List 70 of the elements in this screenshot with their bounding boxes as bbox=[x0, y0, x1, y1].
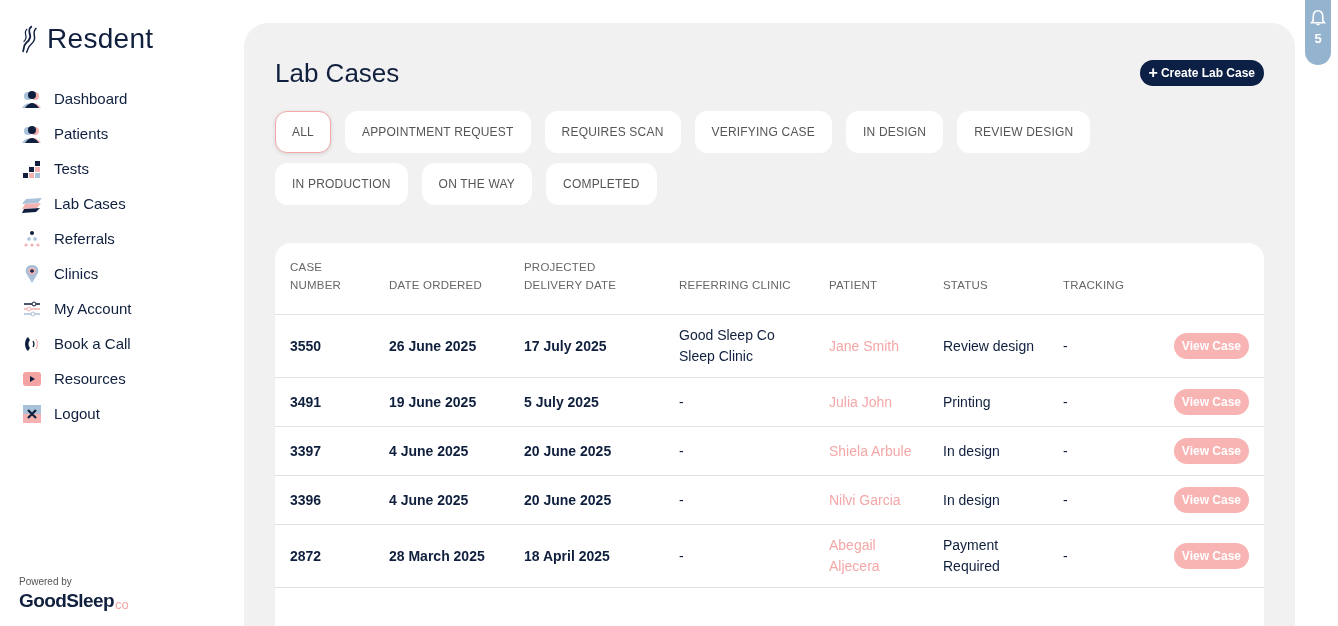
filter-tab[interactable]: APPOINTMENT REQUEST bbox=[344, 111, 531, 153]
filter-tab[interactable]: VERIFYING CASE bbox=[694, 111, 832, 153]
column-header: TRACKING bbox=[1063, 278, 1126, 293]
bar-chart-icon bbox=[22, 158, 42, 179]
table-cell-text: Good Sleep Co Sleep Clinic bbox=[679, 326, 776, 366]
table-cell-text: - bbox=[679, 490, 685, 510]
sidebar-item[interactable]: Logout bbox=[22, 396, 244, 431]
partner-logo-suffix: co bbox=[114, 597, 129, 612]
table-cell-text: - bbox=[679, 441, 685, 461]
bell-icon bbox=[1310, 9, 1326, 27]
filter-tab[interactable]: IN DESIGN bbox=[846, 111, 944, 153]
column-header: PROJECTED DELIVERY DATE bbox=[524, 260, 618, 293]
table-cell-text: 2872 bbox=[290, 546, 323, 566]
table-cell-text: - bbox=[679, 546, 685, 566]
close-icon bbox=[22, 403, 42, 424]
table-cell-text: - bbox=[1063, 490, 1069, 510]
table-cell-text: Payment Required bbox=[943, 536, 1001, 576]
column-header: REFERRING CLINIC bbox=[679, 278, 792, 293]
table-cell-text: 20 June 2025 bbox=[524, 441, 613, 461]
person-icon bbox=[22, 88, 42, 109]
filter-tab[interactable]: REVIEW DESIGN bbox=[957, 111, 1091, 153]
table-cell-text: 4 June 2025 bbox=[389, 441, 470, 461]
table-cell-text: 3550 bbox=[290, 336, 323, 356]
table-cell-text: - bbox=[1063, 441, 1069, 461]
notification-count: 5 bbox=[1314, 31, 1322, 46]
filter-tab[interactable]: ON THE WAY bbox=[421, 163, 533, 205]
table-cell-text: 17 July 2025 bbox=[524, 336, 608, 356]
table-cell-text: Printing bbox=[943, 392, 992, 412]
create-lab-case-button[interactable]: + Create Lab Case bbox=[1139, 60, 1264, 86]
table-cell-text: Review design bbox=[943, 336, 1036, 356]
table-cell-text: 19 June 2025 bbox=[389, 392, 478, 412]
sliders-icon bbox=[22, 298, 42, 319]
table-cell-text: 3396 bbox=[290, 490, 323, 510]
table-cell-text: 4 June 2025 bbox=[389, 490, 470, 510]
sidebar-item[interactable]: Dashboard bbox=[22, 81, 244, 116]
column-header: DATE ORDERED bbox=[389, 278, 483, 293]
sidebar-item[interactable]: Lab Cases bbox=[22, 186, 244, 221]
table-cell-text: 3397 bbox=[290, 441, 323, 461]
table-cell-text: - bbox=[1063, 546, 1069, 566]
sidebar-item[interactable]: Book a Call bbox=[22, 326, 244, 361]
filter-tab[interactable]: REQUIRES SCAN bbox=[544, 111, 681, 153]
table-cell-text: 20 June 2025 bbox=[524, 490, 613, 510]
filter-tab[interactable]: IN PRODUCTION bbox=[275, 163, 408, 205]
table-cell-text: - bbox=[1063, 392, 1069, 412]
table-cell-text: 28 March 2025 bbox=[389, 546, 486, 566]
column-header: CASE NUMBER bbox=[290, 260, 343, 293]
table-cell-text: 26 June 2025 bbox=[389, 336, 478, 356]
table-cell-text: 18 April 2025 bbox=[524, 546, 611, 566]
sidebar-item[interactable]: Clinics bbox=[22, 256, 244, 291]
table-cell-text: In design bbox=[943, 441, 1001, 461]
dots-icon bbox=[22, 228, 42, 249]
sidebar-item[interactable]: Tests bbox=[22, 151, 244, 186]
page-title: Lab Cases bbox=[275, 57, 400, 89]
person-icon bbox=[22, 123, 42, 144]
table-cell-text: - bbox=[1063, 336, 1069, 356]
brand-name: Resdent bbox=[47, 23, 154, 55]
powered-by-text: Powered by bbox=[19, 576, 73, 587]
sidebar-item[interactable]: Patients bbox=[22, 116, 244, 151]
table-cell-text: 3491 bbox=[290, 392, 323, 412]
table-cell-text: In design bbox=[943, 490, 1001, 510]
sidebar-item[interactable]: Resources bbox=[22, 361, 244, 396]
filter-tab[interactable]: COMPLETED bbox=[546, 163, 657, 205]
table-cell-text: 5 July 2025 bbox=[524, 392, 600, 412]
table-cell-text: - bbox=[679, 392, 685, 412]
sidebar-item[interactable]: My Account bbox=[22, 291, 244, 326]
sidebar-item[interactable]: Referrals bbox=[22, 221, 244, 256]
partner-logo-text: GoodSleep bbox=[19, 590, 114, 612]
filter-tab[interactable]: ALL bbox=[275, 111, 331, 153]
column-header: STATUS bbox=[943, 278, 989, 293]
column-header: PATIENT bbox=[829, 278, 879, 293]
